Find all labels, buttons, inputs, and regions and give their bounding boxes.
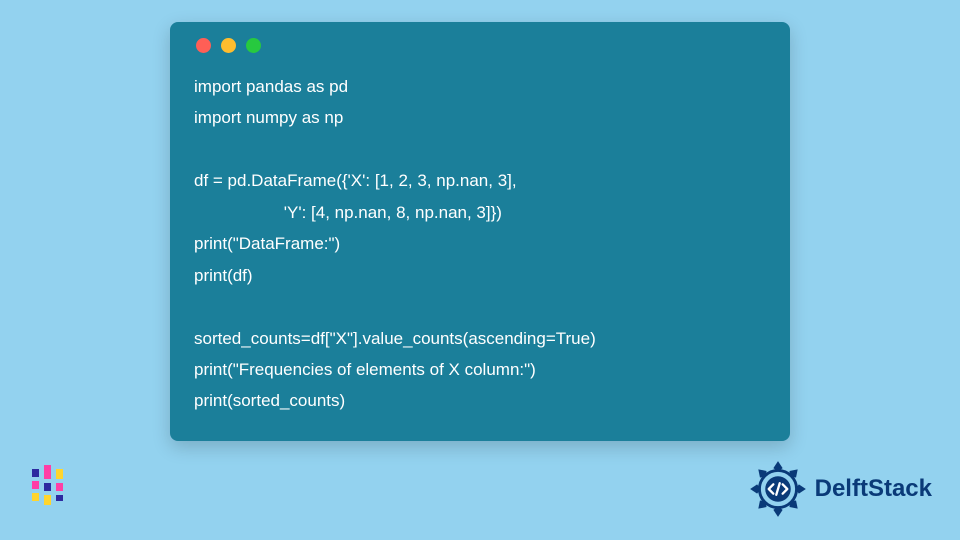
brand-logo: DelftStack [749, 460, 932, 518]
site-logo-icon [28, 463, 72, 512]
code-line: print("Frequencies of elements of X colu… [194, 360, 536, 379]
brand-badge-icon [749, 460, 807, 518]
code-line: print("DataFrame:") [194, 234, 340, 253]
code-line: sorted_counts=df["X"].value_counts(ascen… [194, 329, 596, 348]
code-block: import pandas as pd import numpy as np d… [194, 71, 766, 417]
code-line: import pandas as pd [194, 77, 348, 96]
code-window: import pandas as pd import numpy as np d… [170, 22, 790, 441]
code-line: import numpy as np [194, 108, 343, 127]
code-line: print(df) [194, 266, 253, 285]
window-controls [196, 38, 766, 53]
brand-name: DelftStack [815, 475, 932, 503]
code-line: df = pd.DataFrame({'X': [1, 2, 3, np.nan… [194, 171, 517, 190]
maximize-icon [246, 38, 261, 53]
code-line: 'Y': [4, np.nan, 8, np.nan, 3]}) [194, 203, 502, 222]
code-line: print(sorted_counts) [194, 391, 345, 410]
close-icon [196, 38, 211, 53]
minimize-icon [221, 38, 236, 53]
